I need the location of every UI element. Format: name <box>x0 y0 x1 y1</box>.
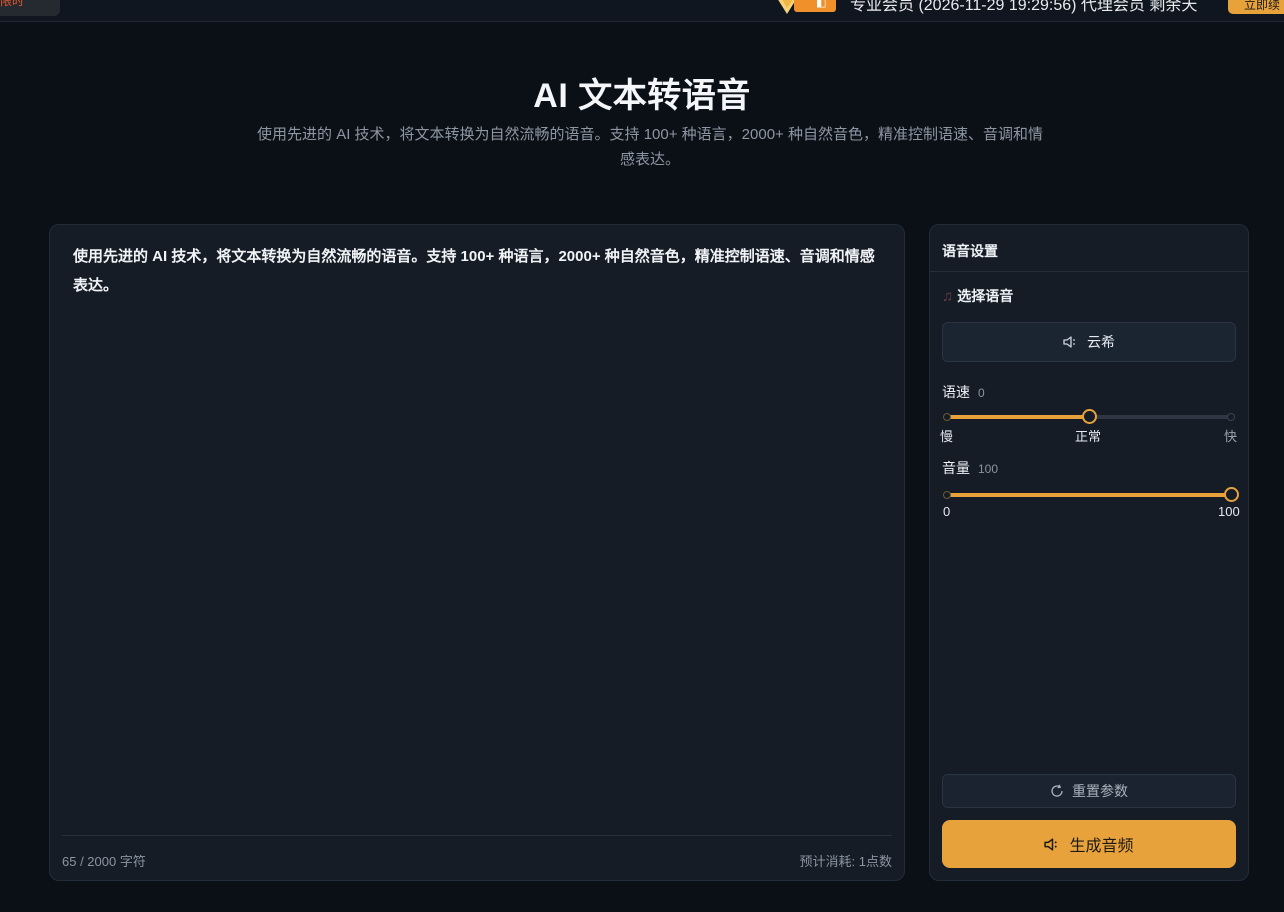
speed-label: 语速 0 <box>942 382 985 402</box>
volume-label-text: 音量 <box>942 460 970 476</box>
speaker-icon <box>1044 837 1061 852</box>
speed-max-label: 快 <box>1224 429 1238 444</box>
volume-label: 音量 100 <box>942 458 998 478</box>
settings-title: 语音设置 <box>930 225 1248 272</box>
page-title: AI 文本转语音 <box>533 77 751 115</box>
speed-min-label: 慢 <box>940 429 954 444</box>
generate-button-label: 生成音频 <box>1069 838 1134 855</box>
membership-status: 专业会员 (2026-11-29 19:29:56) 代理会员 剩余天 <box>850 0 1198 14</box>
page-description: 使用先进的 AI 技术，将文本转换为自然流畅的语音。支持 100+ 种语言，20… <box>257 126 1043 168</box>
renew-button[interactable]: 立即续 <box>1228 0 1284 14</box>
speed-label-text: 语速 <box>942 384 970 400</box>
speed-slider-end <box>1227 413 1235 421</box>
speed-slider-start <box>943 413 951 421</box>
speed-slider-fill <box>947 415 1089 419</box>
reset-button-label: 重置参数 <box>1072 783 1128 799</box>
volume-slider-start <box>943 491 951 499</box>
character-count: 65 / 2000 字符 <box>62 854 146 869</box>
speaker-icon <box>1063 335 1079 349</box>
volume-max-label: 100 <box>1218 504 1240 519</box>
volume-min-label: 0 <box>943 504 951 519</box>
speed-value: 0 <box>978 386 985 400</box>
volume-slider-thumb[interactable] <box>1224 487 1239 502</box>
voice-section-text: 选择语音 <box>957 288 1014 304</box>
reset-button[interactable]: 重置参数 <box>942 774 1236 808</box>
vip-badge-icon: ◧ <box>772 0 836 16</box>
promo-tag[interactable]: 限时 <box>0 0 60 16</box>
voice-settings-panel: 语音设置 ♫ 选择语音 云希 语速 0 慢 正常 快 音量 100 0 100 <box>929 224 1249 881</box>
speed-slider[interactable] <box>943 409 1235 424</box>
text-input-area[interactable]: 使用先进的 AI 技术，将文本转换为自然流畅的语音。支持 100+ 种语言，20… <box>73 242 885 300</box>
speed-slider-thumb[interactable] <box>1082 409 1097 424</box>
volume-value: 100 <box>978 462 999 476</box>
estimated-cost: 预计消耗: 1点数 <box>799 854 892 869</box>
text-editor-panel: 使用先进的 AI 技术，将文本转换为自然流畅的语音。支持 100+ 种语言，20… <box>49 224 905 881</box>
svg-text:◧: ◧ <box>816 0 826 9</box>
voice-select-button[interactable]: 云希 <box>942 322 1236 362</box>
refresh-icon <box>1050 784 1064 798</box>
speed-mid-label: 正常 <box>1075 429 1102 444</box>
voice-name: 云希 <box>1087 334 1115 350</box>
generate-audio-button[interactable]: 生成音频 <box>942 820 1236 868</box>
editor-footer: 65 / 2000 字符 预计消耗: 1点数 <box>62 835 892 881</box>
voice-section-label: ♫ 选择语音 <box>942 286 1013 306</box>
volume-slider[interactable] <box>943 487 1239 502</box>
volume-slider-fill <box>947 493 1231 497</box>
top-bar: 限时 ◧ 专业会员 (2026-11-29 19:29:56) 代理会员 剩余天… <box>0 0 1284 22</box>
music-note-icon: ♫ <box>942 287 954 305</box>
